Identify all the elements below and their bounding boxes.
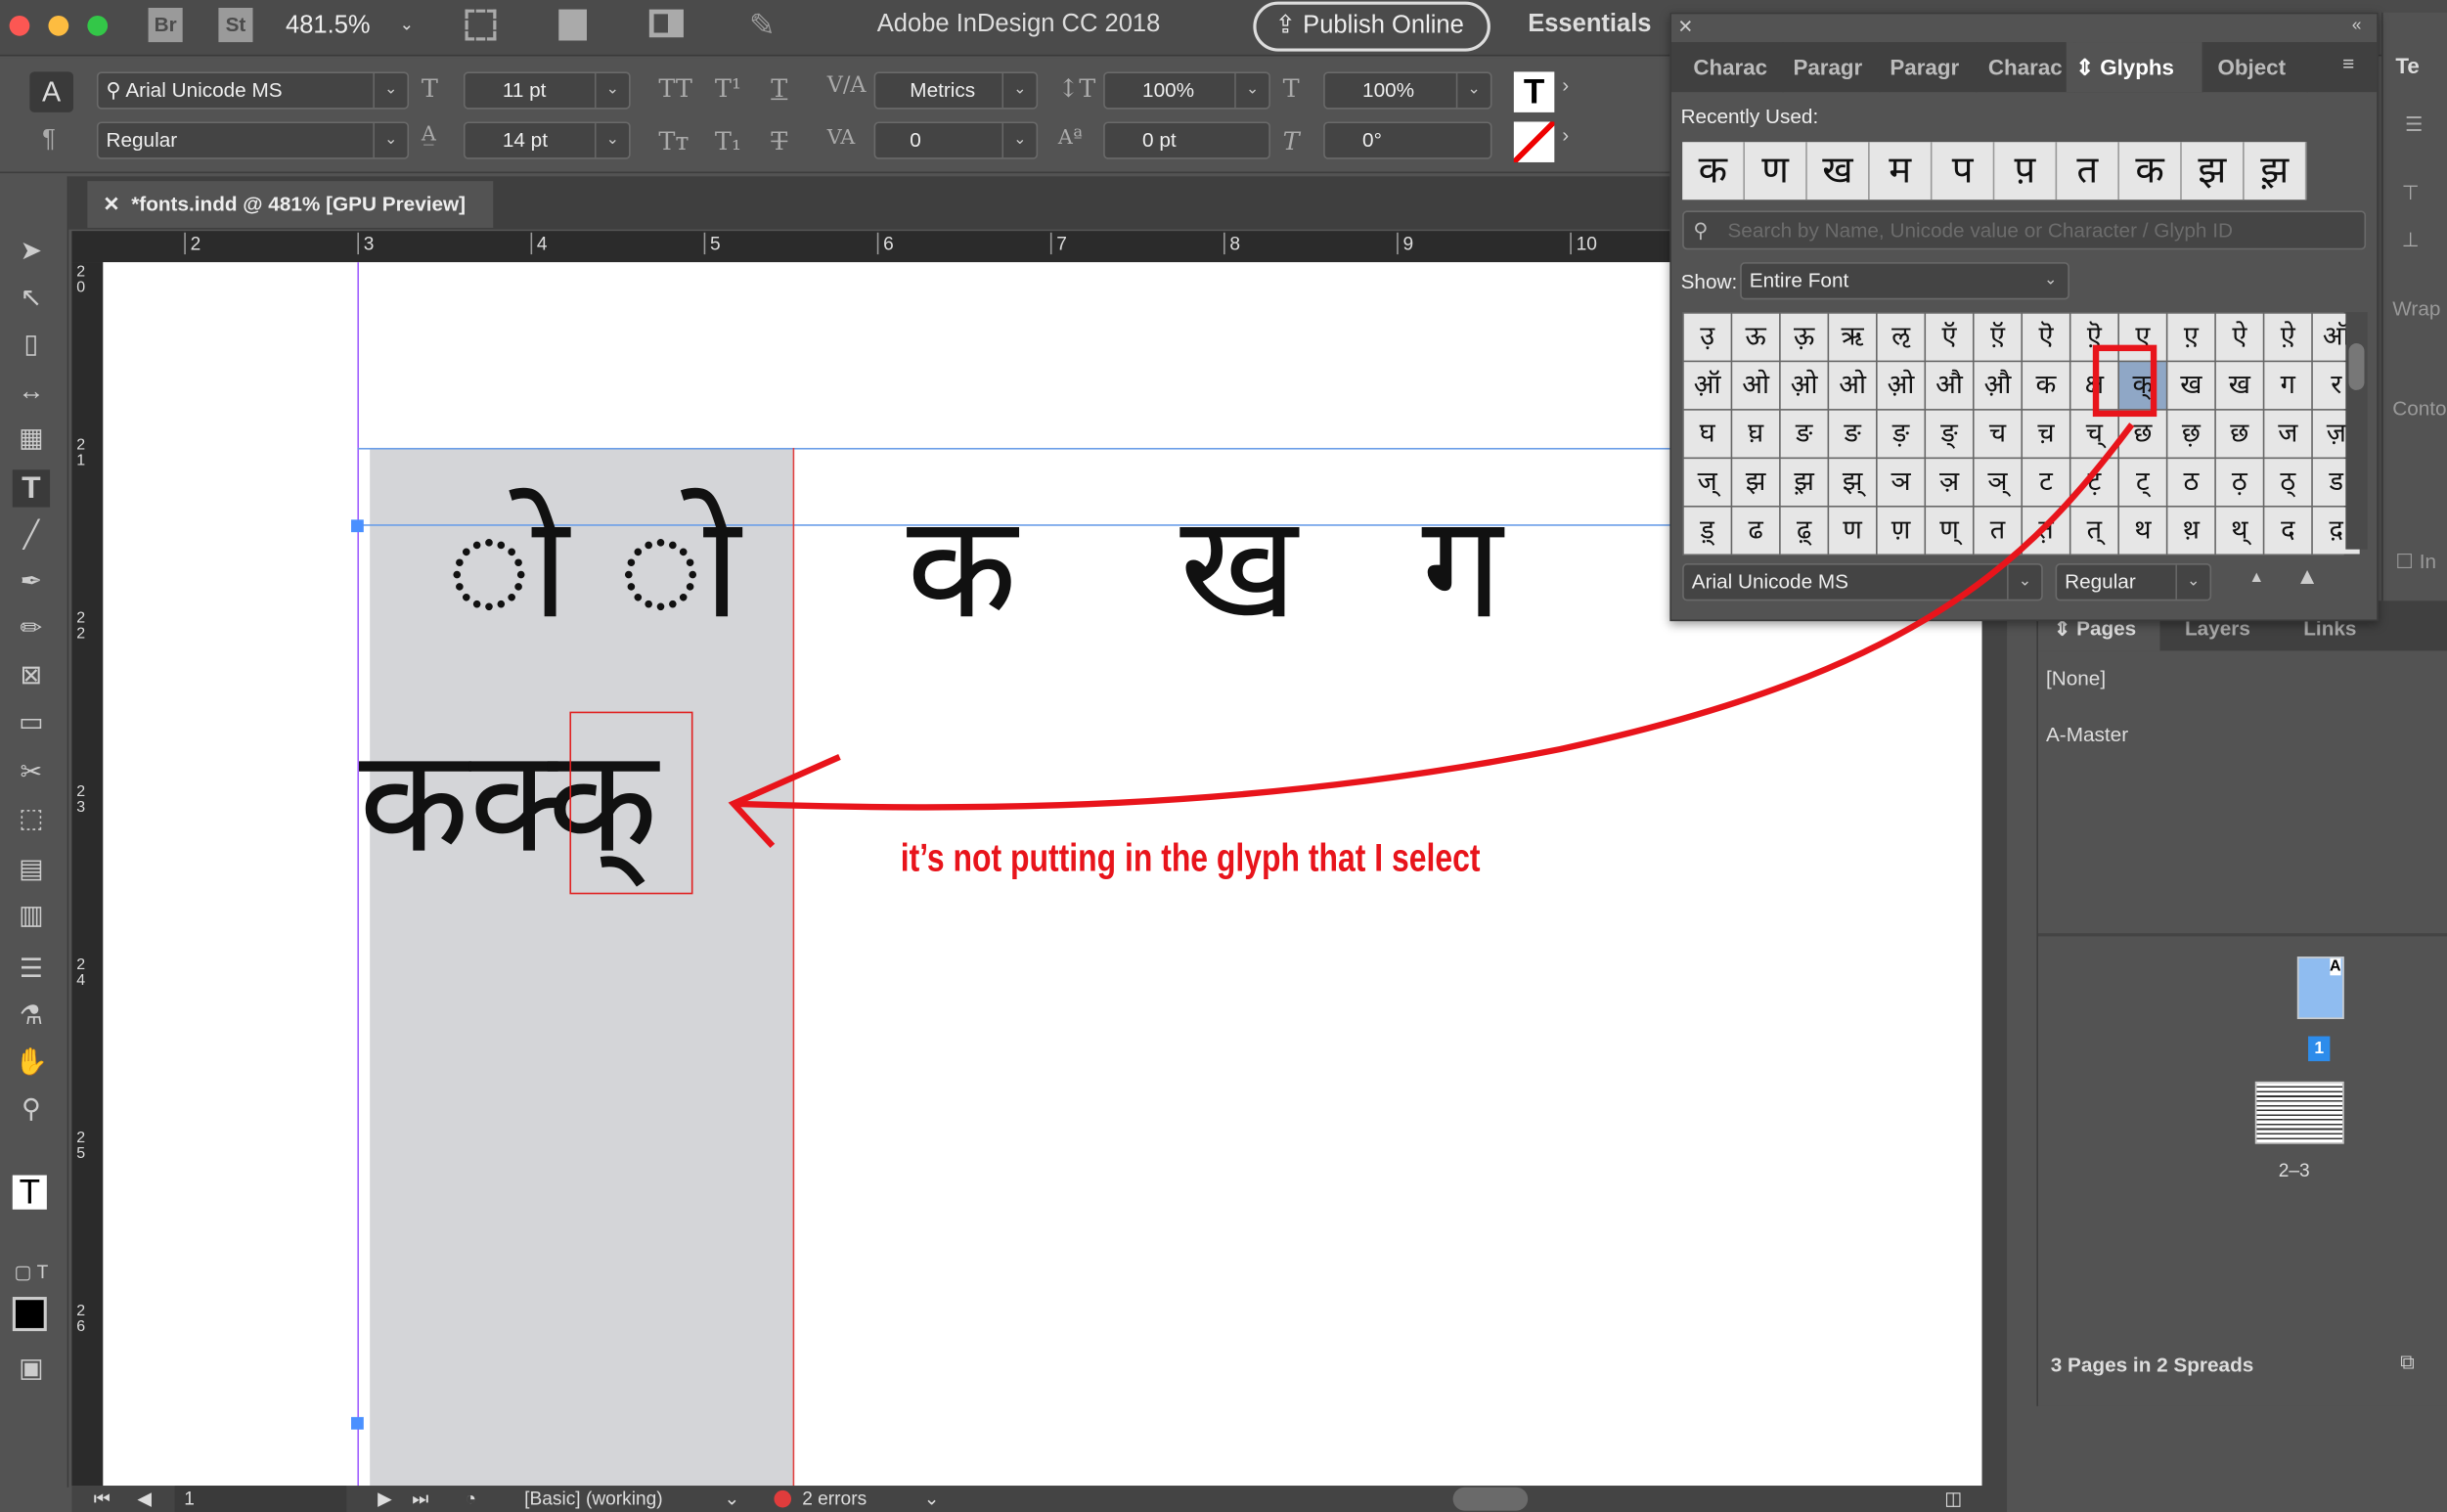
annotation-arrow [733, 422, 2135, 811]
selected-glyph-highlight [2092, 344, 2158, 418]
indesign-window: Br St 481.5% ⌄ ✎ Adobe InDesign CC 2018 … [0, 0, 2447, 1512]
annotation-overlay [728, 344, 2158, 849]
